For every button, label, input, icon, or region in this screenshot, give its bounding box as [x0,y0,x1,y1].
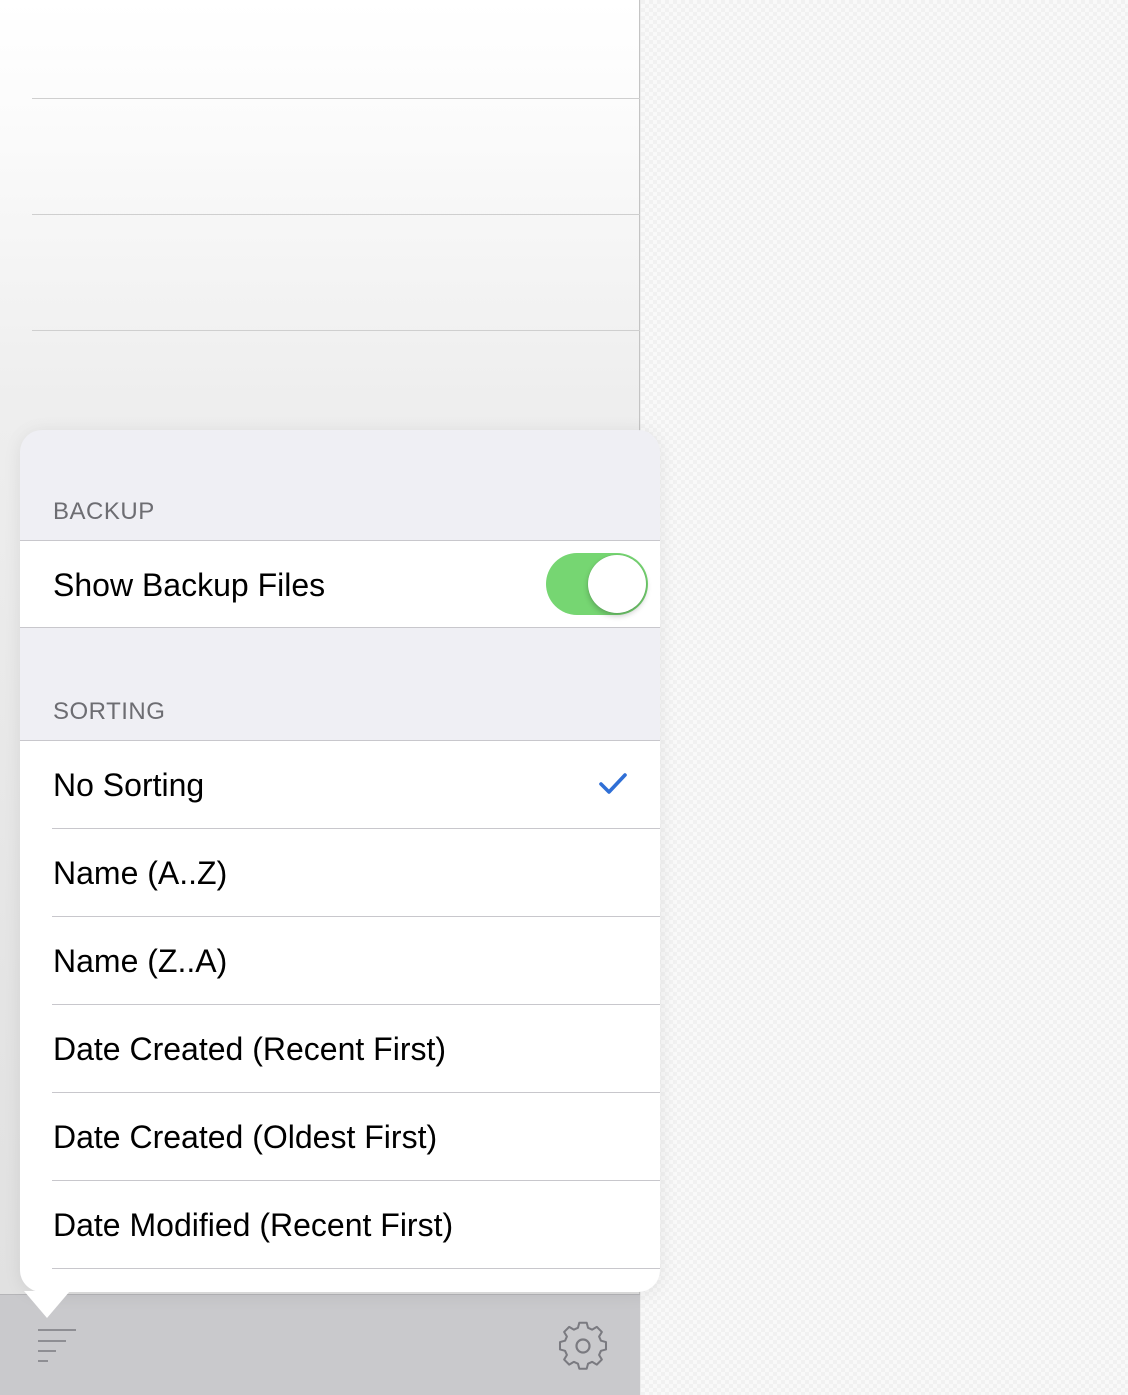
sort-option-name-asc[interactable]: Name (A..Z) [20,829,660,917]
sort-option-label: Name (A..Z) [53,854,228,891]
show-backup-files-toggle[interactable] [546,553,648,615]
sort-option-date-created-recent[interactable]: Date Created (Recent First) [20,1005,660,1093]
gear-icon[interactable] [556,1319,610,1373]
sort-icon[interactable] [36,1327,78,1363]
sort-option-date-created-oldest[interactable]: Date Created (Oldest First) [20,1093,660,1181]
sort-option-label: Date Created (Recent First) [53,1030,447,1067]
show-backup-files-cell: Show Backup Files [20,541,660,629]
sorting-group: No Sorting Name (A..Z) Name (Z..A) Date … [20,740,660,1292]
backup-section-header: BACKUP [53,498,155,525]
sort-option-label: Name (Z..A) [53,942,228,979]
file-list-row[interactable] [32,99,640,215]
sort-option-label: No Sorting [53,766,205,803]
file-list-row[interactable] [32,215,640,331]
sort-option-no-sorting[interactable]: No Sorting [20,741,660,829]
sort-option-name-desc[interactable]: Name (Z..A) [20,917,660,1005]
sorting-section-header: SORTING [53,698,166,725]
sort-option-partial[interactable] [20,1269,660,1292]
sort-option-label: Date Created (Oldest First) [53,1118,438,1155]
popover-arrow [24,1291,70,1318]
show-backup-files-label: Show Backup Files [53,566,326,603]
toggle-knob [588,555,646,613]
settings-popover: BACKUP Show Backup Files SORTING No Sort… [20,430,660,1292]
backup-group: Show Backup Files [20,540,660,628]
bottom-toolbar [0,1294,640,1395]
detail-pane [641,0,1128,1395]
checkmark-icon [599,773,627,794]
sort-option-date-modified-recent[interactable]: Date Modified (Recent First) [20,1181,660,1269]
sort-option-label: Date Modified (Recent First) [53,1206,454,1243]
file-list-row[interactable] [32,0,640,99]
